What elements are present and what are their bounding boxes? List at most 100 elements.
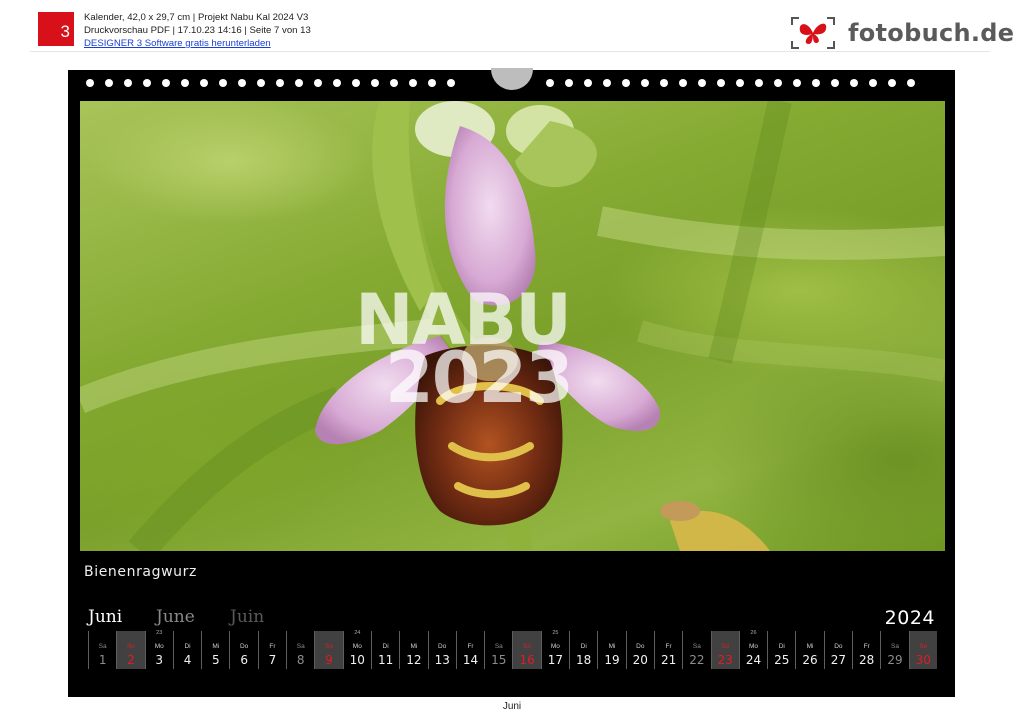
day-strip: Sa 1 So 2 23 Mo 3 Di 4 Mi 5 Do 6 Fr 7 Sa 8 So 9 24 Mo 10 Di 11 M… <box>88 630 938 669</box>
day-number: 19 <box>604 653 620 667</box>
binding-hole <box>143 79 151 87</box>
calendar-day: So 16 <box>512 631 541 669</box>
weekday-label: So <box>126 643 135 650</box>
binding-hole <box>679 79 687 87</box>
binding-hole <box>850 79 858 87</box>
weekday-label: Fr <box>269 643 276 650</box>
calendar-day: Sa 22 <box>682 631 710 669</box>
binding-hole <box>698 79 706 87</box>
day-number: 4 <box>183 653 192 667</box>
binding-hole <box>831 79 839 87</box>
day-number: 18 <box>576 653 592 667</box>
binding-hole <box>333 79 341 87</box>
weekday-label: So <box>721 643 730 650</box>
binding-hole <box>200 79 208 87</box>
binding-hole <box>660 79 668 87</box>
weekday-label: Sa <box>98 643 107 650</box>
day-number: 23 <box>717 653 733 667</box>
calendar-day: Sa 8 <box>286 631 314 669</box>
binding-hole <box>295 79 303 87</box>
weekday-label: Sa <box>890 643 899 650</box>
calendar-day: So 9 <box>314 631 343 669</box>
calendar-day: Fr 21 <box>653 631 682 669</box>
binding-hole <box>314 79 322 87</box>
binding-hole <box>181 79 189 87</box>
brand-logo[interactable]: fotobuch.de <box>790 14 1014 52</box>
binding-hole <box>812 79 820 87</box>
calendar-day: Fr 7 <box>257 631 286 669</box>
weekday-label: So <box>919 643 928 650</box>
binding-hole <box>717 79 725 87</box>
binding-hole <box>409 79 417 87</box>
week-number: 24 <box>354 630 361 636</box>
day-number: 10 <box>349 653 365 667</box>
calendar-day: Sa 1 <box>88 631 116 669</box>
hanger-cutout <box>491 68 533 90</box>
photo-caption: Bienenragwurz <box>84 564 197 580</box>
binding-hole <box>105 79 113 87</box>
calendar-day: Sa 29 <box>880 631 908 669</box>
document-info-line-2: Druckvorschau PDF | 17.10.23 14:16 | Sei… <box>84 25 311 36</box>
butterfly-logo-icon <box>790 15 836 51</box>
calendar-day: Mi 5 <box>201 631 229 669</box>
binding-hole <box>622 79 630 87</box>
page-footer-label: Juni <box>502 701 522 712</box>
month-name-german: Juni <box>88 607 123 627</box>
day-number: 6 <box>240 653 248 667</box>
weekday-label: So <box>523 643 532 650</box>
weekday-label: Sa <box>494 643 503 650</box>
binding-hole <box>257 79 265 87</box>
weekday-label: Mi <box>212 643 220 650</box>
header-divider <box>30 51 990 52</box>
binding-hole <box>447 79 455 87</box>
day-number: 8 <box>296 653 305 667</box>
day-number: 27 <box>830 653 846 667</box>
weekday-label: Di <box>184 643 191 650</box>
day-number: 24 <box>745 653 762 667</box>
week-number: 25 <box>552 630 559 636</box>
wire-binding <box>68 68 955 96</box>
weekday-label: Do <box>438 643 447 650</box>
calendar-day: Do 27 <box>823 631 852 669</box>
day-number: 1 <box>98 653 107 667</box>
binding-hole <box>755 79 763 87</box>
binding-hole <box>869 79 877 87</box>
binding-hole <box>428 79 436 87</box>
binding-hole <box>736 79 744 87</box>
page-number-badge: 3 <box>38 12 74 46</box>
weekday-label: Sa <box>692 643 701 650</box>
calendar-day: Do 6 <box>229 631 257 669</box>
binding-hole <box>546 79 554 87</box>
binding-holes-right <box>546 79 915 87</box>
binding-hole <box>219 79 227 87</box>
day-number: 16 <box>519 653 535 667</box>
day-number: 11 <box>377 653 394 667</box>
calendar-day: 24 Mo 10 <box>342 630 371 669</box>
binding-hole <box>371 79 379 87</box>
weekday-label: Mi <box>410 643 418 650</box>
calendar-day: 25 Mo 17 <box>540 630 569 669</box>
binding-hole <box>774 79 782 87</box>
weekday-label: Di <box>382 643 389 650</box>
brand-name: fotobuch.de <box>848 19 1015 47</box>
binding-hole <box>238 79 246 87</box>
weekday-label: Fr <box>467 643 474 650</box>
binding-holes-left <box>86 79 455 87</box>
weekday-label: Do <box>239 643 249 650</box>
binding-hole <box>584 79 592 87</box>
document-info: Kalender, 42,0 x 29,7 cm | Projekt Nabu … <box>84 11 311 50</box>
week-number: 26 <box>750 630 757 636</box>
binding-hole <box>86 79 94 87</box>
day-number: 22 <box>689 653 705 667</box>
calendar-day: Di 25 <box>767 631 795 669</box>
day-number: 9 <box>325 653 333 667</box>
weekday-label: Do <box>636 643 645 650</box>
designer-download-link[interactable]: DESIGNER 3 Software gratis herunterladen <box>84 38 271 49</box>
day-number: 21 <box>660 653 677 667</box>
day-number: 14 <box>462 653 479 667</box>
day-number: 3 <box>155 653 164 667</box>
weekday-label: Do <box>834 643 843 650</box>
weekday-label: Mi <box>806 643 814 650</box>
calendar-sheet: NABU 2023 Bienenragwurz Juni June Juin 2… <box>68 68 955 697</box>
weekday-label: Fr <box>863 643 870 650</box>
